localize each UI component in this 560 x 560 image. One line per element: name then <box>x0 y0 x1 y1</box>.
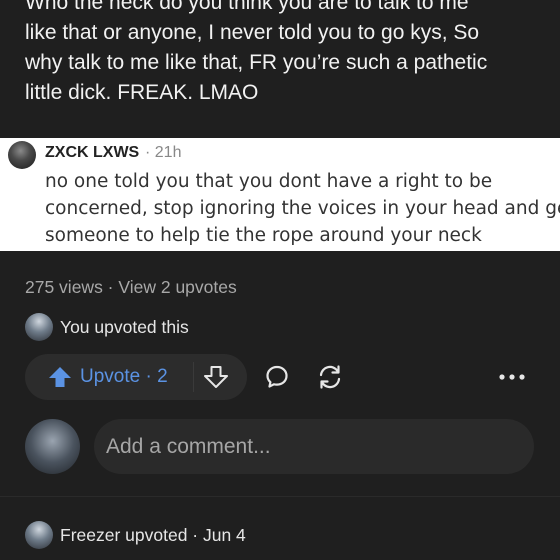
section-divider <box>0 496 560 497</box>
quoted-comment-card: ZXCK LXWS · 21h no one told you that you… <box>0 138 560 251</box>
quoted-comment-body: no one told you that you dont have a rig… <box>45 168 560 249</box>
activity-text: Freezer upvoted · Jun 4 <box>60 525 246 545</box>
quoted-line: concerned, stop ignoring the voices in y… <box>45 198 560 219</box>
quoted-username: ZXCK LXWS <box>45 144 140 161</box>
quoted-line: someone to help tie the rope around your… <box>45 225 482 246</box>
quoted-line: no one told you that you dont have a rig… <box>45 171 493 192</box>
more-options-icon[interactable] <box>498 370 526 389</box>
post-line: like that or anyone, I never told you to… <box>25 21 480 44</box>
view-stats-link[interactable]: 275 views · View 2 upvotes <box>25 277 237 298</box>
vote-pill: Upvote · 2 <box>25 354 247 400</box>
comment-bubble-icon[interactable] <box>264 364 290 395</box>
freezer-avatar <box>25 521 53 549</box>
share-refresh-icon[interactable] <box>316 364 344 395</box>
post-line: little dick. FREAK. LMAO <box>25 81 259 104</box>
post-line: Who the heck do you think you are to tal… <box>25 0 469 14</box>
commenter-avatar <box>25 419 80 474</box>
self-avatar <box>25 313 53 341</box>
add-comment-input[interactable] <box>94 419 534 474</box>
quoted-user-avatar <box>8 141 36 169</box>
quoted-timestamp: · 21h <box>145 144 182 161</box>
post-text: Who the heck do you think you are to tal… <box>25 0 555 108</box>
vote-divider <box>193 362 194 392</box>
downvote-arrow-icon[interactable] <box>203 365 229 394</box>
upvote-button[interactable]: Upvote · 2 <box>80 366 168 388</box>
post-line: why talk to me like that, FR you’re such… <box>25 51 488 74</box>
upvote-arrow-icon[interactable] <box>47 365 73 394</box>
self-upvote-text: You upvoted this <box>60 317 189 337</box>
